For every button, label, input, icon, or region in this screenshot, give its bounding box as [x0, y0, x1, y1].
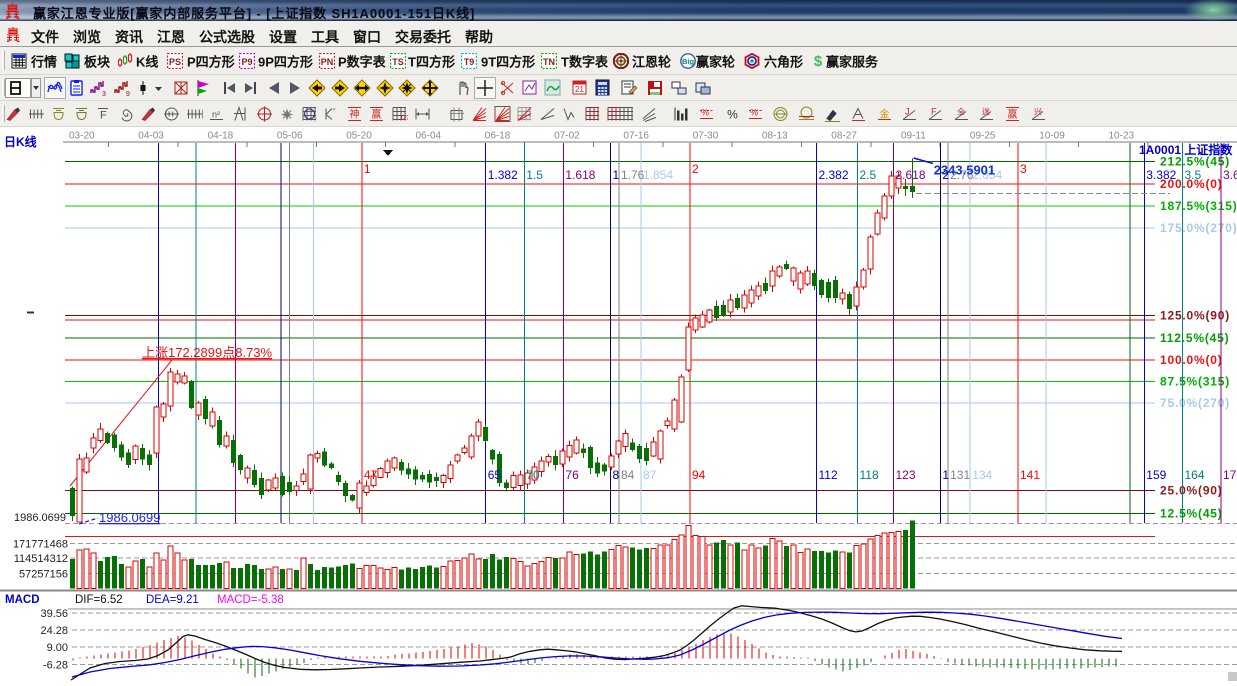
svg-text:1: 1 — [364, 162, 371, 176]
svg-text:金: 金 — [880, 107, 890, 120]
svg-text:赢: 赢 — [1008, 107, 1018, 120]
svg-text:2.5: 2.5 — [860, 168, 877, 182]
svg-text:94: 94 — [692, 468, 706, 482]
svg-text:118: 118 — [860, 468, 879, 482]
svg-text:MACD=-5.38: MACD=-5.38 — [217, 594, 284, 606]
svg-text:赢: 赢 — [372, 107, 382, 120]
svg-text:T9: T9 — [464, 57, 475, 67]
svg-text:10-23: 10-23 — [1109, 131, 1135, 142]
svg-text:PS: PS — [169, 57, 181, 67]
svg-text:187.5%(315): 187.5%(315) — [1160, 199, 1237, 213]
svg-text:07-16: 07-16 — [623, 131, 649, 142]
svg-text:87: 87 — [643, 468, 657, 482]
svg-text:47: 47 — [364, 468, 378, 482]
svg-text:125.0%(90): 125.0%(90) — [1160, 309, 1230, 323]
svg-text:1.382: 1.382 — [488, 168, 518, 182]
svg-text:3.6: 3.6 — [1223, 168, 1237, 182]
svg-text:上涨172.2899点8.73%: 上涨172.2899点8.73% — [142, 345, 273, 360]
svg-text:PN: PN — [321, 57, 334, 67]
svg-text:04-18: 04-18 — [208, 131, 234, 142]
svg-text:25.0%(90): 25.0%(90) — [1160, 484, 1223, 498]
svg-text:09-25: 09-25 — [970, 131, 996, 142]
svg-text:159: 159 — [1146, 468, 1166, 482]
svg-text:21: 21 — [575, 85, 584, 94]
svg-text:08-13: 08-13 — [762, 131, 788, 142]
svg-text:TS: TS — [392, 57, 404, 67]
svg-text:164: 164 — [1185, 468, 1205, 482]
svg-text:114514312: 114514312 — [14, 553, 68, 565]
svg-text:10-09: 10-09 — [1039, 131, 1065, 142]
svg-text:06-18: 06-18 — [485, 131, 511, 142]
svg-text:07-02: 07-02 — [554, 131, 580, 142]
svg-text:112.5%(45): 112.5%(45) — [1160, 331, 1229, 345]
svg-text:134: 134 — [972, 468, 992, 482]
svg-text:87.5%(315): 87.5%(315) — [1160, 375, 1230, 389]
svg-text:": " — [333, 108, 336, 115]
svg-text:1: 1 — [942, 468, 949, 482]
svg-text:n²: n² — [212, 109, 220, 119]
svg-text:-6.28: -6.28 — [43, 659, 68, 671]
svg-text:123: 123 — [400, 115, 408, 121]
svg-text:175.0%(270): 175.0%(270) — [1160, 221, 1237, 235]
svg-text:04-03: 04-03 — [138, 131, 164, 142]
svg-text:P9: P9 — [241, 57, 252, 67]
svg-text:1986.0699: 1986.0699 — [99, 510, 160, 525]
svg-text:1.5: 1.5 — [526, 168, 543, 182]
svg-text:9: 9 — [126, 91, 130, 97]
svg-text:Big: Big — [682, 57, 695, 66]
svg-text:DIF=6.52: DIF=6.52 — [75, 594, 123, 606]
svg-text:12.5%(45): 12.5%(45) — [1160, 507, 1223, 521]
svg-text:84: 84 — [621, 468, 635, 482]
svg-text:07-30: 07-30 — [693, 131, 719, 142]
svg-text:2.382: 2.382 — [819, 168, 849, 182]
svg-text:06-04: 06-04 — [416, 131, 442, 142]
svg-text:TN: TN — [543, 57, 555, 67]
svg-text:8: 8 — [613, 468, 620, 482]
svg-text:F: F — [100, 109, 107, 121]
svg-text:24.28: 24.28 — [40, 625, 68, 637]
svg-text:1A0001 上证指数: 1A0001 上证指数 — [1139, 142, 1233, 157]
svg-text:3.5: 3.5 — [1185, 168, 1202, 182]
svg-text:3: 3 — [102, 91, 106, 97]
svg-text:131: 131 — [950, 468, 970, 482]
svg-text:2: 2 — [692, 162, 699, 176]
svg-text:123: 123 — [896, 468, 916, 482]
svg-text:%: % — [727, 107, 738, 121]
svg-text:DEA=9.21: DEA=9.21 — [146, 594, 199, 606]
svg-text:09-11: 09-11 — [901, 131, 926, 142]
svg-text:2.618: 2.618 — [896, 168, 926, 182]
svg-text:1: 1 — [613, 168, 620, 182]
svg-text:F: F — [931, 106, 937, 116]
svg-text:39.56: 39.56 — [40, 608, 68, 620]
svg-text:1986.0699: 1986.0699 — [14, 512, 66, 524]
svg-text:3.382: 3.382 — [1146, 168, 1176, 182]
svg-text:75.0%(270): 75.0%(270) — [1160, 396, 1230, 410]
svg-text:神: 神 — [350, 107, 360, 120]
svg-text:1.854: 1.854 — [643, 168, 673, 182]
svg-text:1.618: 1.618 — [565, 168, 595, 182]
svg-text:%: % — [701, 107, 709, 117]
svg-text:171771468: 171771468 — [13, 539, 68, 551]
svg-text:70: 70 — [526, 468, 540, 482]
svg-text:05-20: 05-20 — [346, 131, 372, 142]
svg-text:日K线: 日K线 — [4, 134, 37, 149]
svg-text:%: % — [750, 107, 758, 117]
svg-text:65: 65 — [488, 468, 502, 482]
svg-text:112: 112 — [819, 468, 838, 482]
svg-text:76: 76 — [565, 468, 579, 482]
svg-text:3: 3 — [1020, 162, 1027, 176]
svg-text:57257156: 57257156 — [19, 568, 68, 580]
svg-text:141: 141 — [1020, 468, 1040, 482]
svg-text:MACD: MACD — [5, 594, 40, 606]
svg-text:05-06: 05-06 — [277, 131, 303, 142]
svg-text:2343.5901: 2343.5901 — [934, 163, 995, 178]
svg-text:$: $ — [814, 53, 823, 69]
svg-text:1.76: 1.76 — [621, 168, 645, 182]
svg-text:100.0%(0): 100.0%(0) — [1160, 353, 1223, 367]
svg-text:08-27: 08-27 — [831, 131, 857, 142]
svg-text:9.00: 9.00 — [47, 642, 68, 654]
svg-text:170: 170 — [1223, 468, 1237, 482]
svg-text:03-20: 03-20 — [69, 131, 95, 142]
